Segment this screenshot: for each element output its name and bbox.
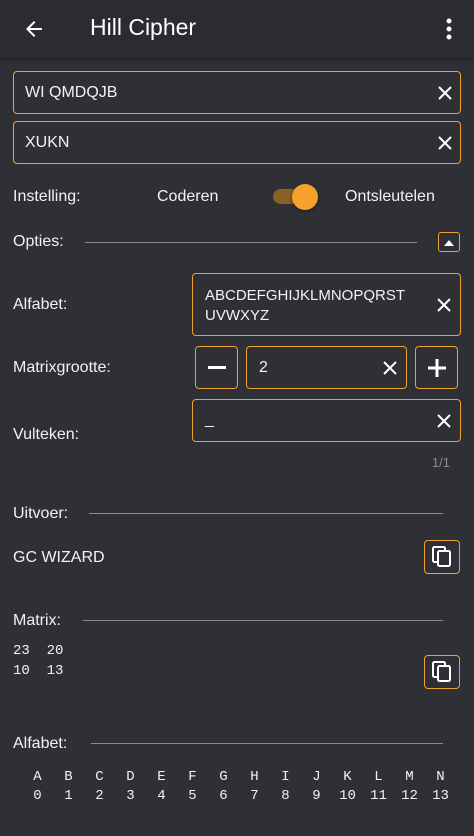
alphabet-number: 3 bbox=[126, 788, 135, 804]
alphabet-number: 6 bbox=[219, 788, 228, 804]
alphabet-table-divider bbox=[91, 743, 443, 744]
clear-icon[interactable] bbox=[433, 131, 457, 155]
matrix-label: Matrix: bbox=[13, 612, 61, 629]
alphabet-letter: M bbox=[405, 769, 414, 785]
fill-char-value: _ bbox=[205, 411, 214, 428]
alphabet-number: 7 bbox=[250, 788, 259, 804]
alphabet-number: 1 bbox=[64, 788, 73, 804]
alphabet-number: 13 bbox=[432, 788, 449, 804]
page-title: Hill Cipher bbox=[90, 14, 197, 40]
alphabet-letter: D bbox=[126, 769, 135, 785]
alphabet-number: 11 bbox=[370, 788, 387, 804]
clear-icon[interactable] bbox=[433, 81, 457, 105]
alphabet-number: 9 bbox=[312, 788, 321, 804]
arrow-left-icon[interactable] bbox=[14, 12, 54, 46]
alphabet-number: 0 bbox=[33, 788, 42, 804]
alphabet-letter: K bbox=[343, 769, 352, 785]
alphabet-label: Alfabet: bbox=[13, 296, 68, 313]
alphabet-letter: C bbox=[95, 769, 104, 785]
decrease-button[interactable] bbox=[195, 346, 238, 389]
matrix-divider bbox=[83, 620, 443, 621]
copy-output-button[interactable] bbox=[424, 540, 460, 574]
alphabet-number: 10 bbox=[339, 788, 356, 804]
key-value: XUKN bbox=[25, 134, 70, 151]
input-text-field[interactable]: WI QMDQJB bbox=[13, 71, 461, 114]
output-value: GC WIZARD bbox=[13, 549, 105, 566]
encode-option[interactable]: Coderen bbox=[157, 188, 218, 206]
matrix-row-2: 10 13 bbox=[13, 663, 64, 679]
matrix-size-value: 2 bbox=[259, 359, 268, 376]
clear-icon[interactable] bbox=[378, 356, 402, 380]
input-text-value: WI QMDQJB bbox=[25, 84, 118, 101]
alphabet-number: 4 bbox=[157, 788, 166, 804]
alphabet-letter: L bbox=[374, 769, 383, 785]
alphabet-number: 12 bbox=[401, 788, 418, 804]
matrix-size-label: Matrixgrootte: bbox=[13, 359, 111, 376]
alphabet-number: 2 bbox=[95, 788, 104, 804]
alphabet-value-line1: ABCDEFGHIJKLMNOPQRST bbox=[205, 287, 406, 304]
alphabet-value-line2: UVWXYZ bbox=[205, 307, 270, 324]
alphabet-letter: G bbox=[219, 769, 228, 785]
mode-switch-thumb[interactable] bbox=[292, 184, 318, 210]
alphabet-table-label: Alfabet: bbox=[13, 735, 68, 752]
matrix-row-1: 23 20 bbox=[13, 643, 64, 659]
alphabet-letter: H bbox=[250, 769, 259, 785]
output-divider bbox=[89, 513, 443, 514]
alphabet-number: 8 bbox=[281, 788, 290, 804]
copy-matrix-button[interactable] bbox=[424, 655, 460, 689]
alphabet-field[interactable]: ABCDEFGHIJKLMNOPQRST UVWXYZ bbox=[192, 273, 461, 336]
increase-button[interactable] bbox=[415, 346, 458, 389]
alphabet-letter: J bbox=[312, 769, 321, 785]
fill-char-label: Vulteken: bbox=[13, 426, 80, 443]
decode-option[interactable]: Ontsleutelen bbox=[345, 188, 435, 206]
clear-icon[interactable] bbox=[432, 293, 456, 317]
options-divider bbox=[85, 242, 417, 243]
alphabet-letter: I bbox=[281, 769, 290, 785]
alphabet-letter: N bbox=[436, 769, 445, 785]
more-vert-icon[interactable] bbox=[436, 12, 462, 46]
mode-label: Instelling: bbox=[13, 188, 81, 205]
alphabet-letter: A bbox=[33, 769, 42, 785]
output-label: Uitvoer: bbox=[13, 505, 69, 522]
collapse-options-button[interactable] bbox=[438, 232, 460, 252]
alphabet-letter: B bbox=[64, 769, 73, 785]
character-counter: 1/1 bbox=[431, 455, 450, 470]
fill-char-field[interactable]: _ bbox=[192, 399, 461, 442]
clear-icon[interactable] bbox=[432, 409, 456, 433]
alphabet-letter: E bbox=[157, 769, 166, 785]
options-label: Opties: bbox=[13, 233, 64, 250]
alphabet-letter: F bbox=[188, 769, 197, 785]
key-field[interactable]: XUKN bbox=[13, 121, 461, 164]
matrix-size-field[interactable]: 2 bbox=[246, 346, 407, 389]
alphabet-number: 5 bbox=[188, 788, 197, 804]
app-bar: Hill Cipher bbox=[0, 0, 474, 58]
